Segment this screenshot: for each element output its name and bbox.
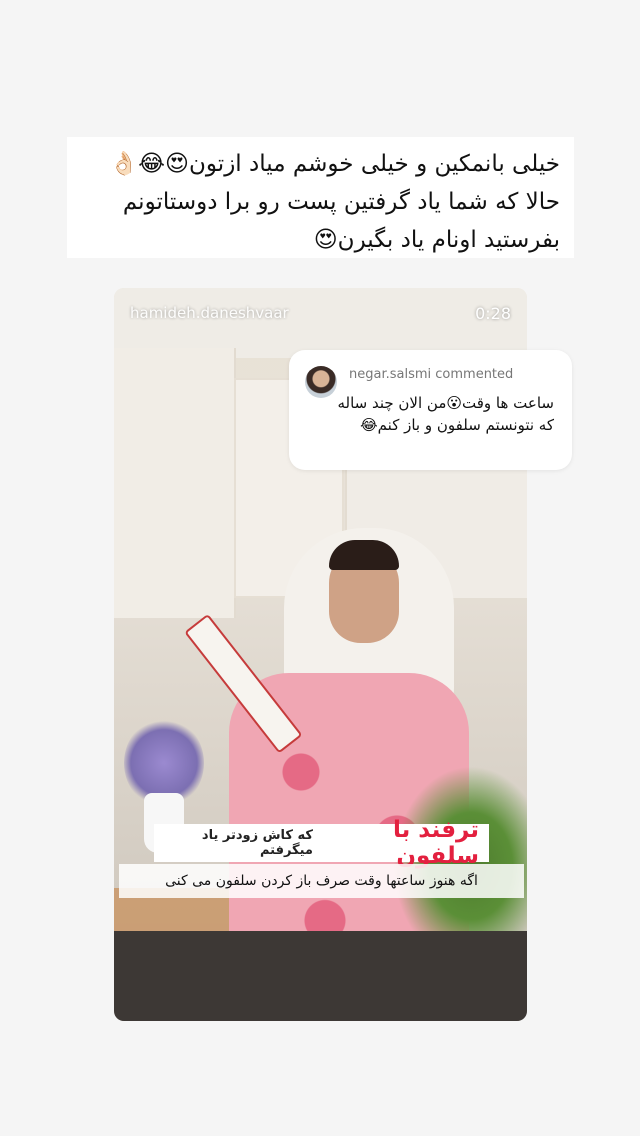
woman-hair — [329, 540, 399, 570]
video-timestamp: 0:28 — [475, 304, 511, 323]
overlay-title-black: که کاش زودتر یاد میگرفتم — [201, 828, 313, 858]
caption-line-1: خیلی بانمکین و خیلی خوشم میاد ازتون😍😂👌🏻 — [109, 151, 560, 177]
video-overlay-title: ترفند با سلفون که کاش زودتر یاد میگرفتم — [154, 817, 489, 869]
comment-text: ساعت ها وقت😮من الان چند ساله که نتونستم … — [337, 394, 554, 434]
kitchen-cabinet-left — [114, 348, 236, 618]
kitchen-counter — [114, 931, 527, 1021]
caption-line-2: حالا که شما یاد گرفتین پست رو برا دوستات… — [122, 189, 560, 215]
post-caption: خیلی بانمکین و خیلی خوشم میاد ازتون😍😂👌🏻 … — [67, 137, 574, 258]
video-username[interactable]: hamideh.daneshvaar — [130, 304, 289, 322]
overlay-title-red: ترفند با سلفون — [393, 817, 479, 869]
comment-sticker[interactable]: negar.salsmi commented ساعت ها وقت😮من ال… — [289, 350, 572, 470]
video-overlay-subtitle: اگه هنوز ساعتها وقت صرف باز کردن سلفون م… — [119, 864, 524, 898]
caption-line-3: بفرستید اونام یاد بگیرن😍 — [313, 227, 560, 253]
comment-username[interactable]: negar.salsmi commented — [349, 367, 513, 382]
